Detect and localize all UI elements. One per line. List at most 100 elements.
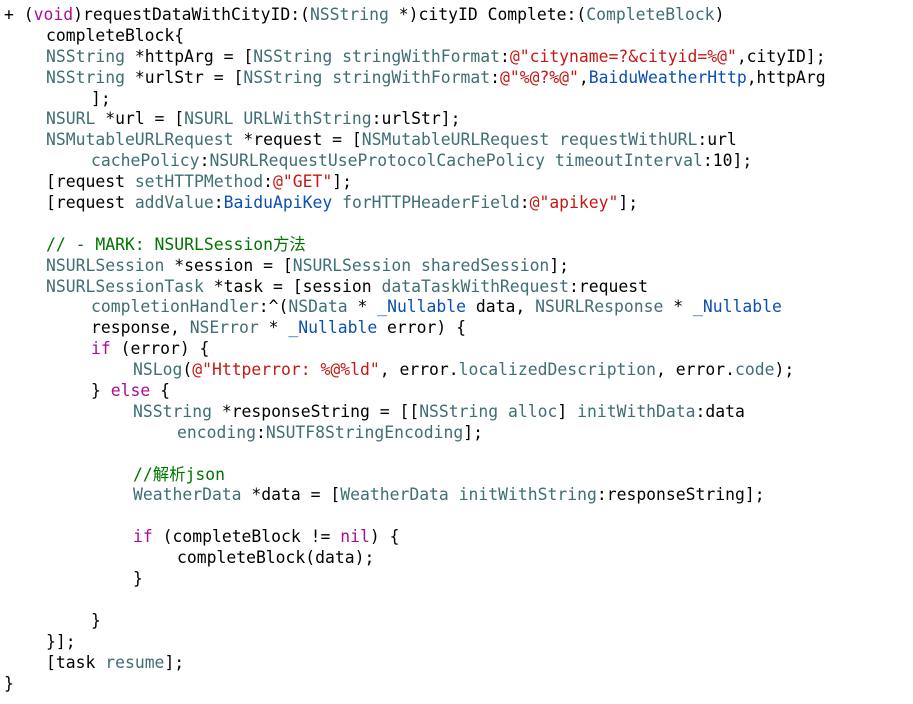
- code-token: @"%@?%@": [499, 67, 579, 87]
- code-token: :urlStr];: [371, 109, 461, 129]
- code-token: //解析json: [133, 464, 225, 484]
- code-token: code: [735, 360, 775, 380]
- code-line: completionHandler:^(NSData * _Nullable d…: [0, 297, 913, 318]
- code-line: ];: [0, 89, 913, 110]
- code-line: NSString *urlStr = [NSString stringWithF…: [0, 68, 913, 89]
- code-token: initWithString: [458, 485, 597, 505]
- code-token: ) {: [369, 527, 400, 547]
- code-token: NSString: [46, 67, 125, 87]
- code-line: NSLog(@"Httperror: %@%ld" , error.localiz…: [0, 360, 913, 381]
- code-token: @"GET": [272, 172, 333, 192]
- code-token: ];: [618, 193, 639, 213]
- code-line: NSMutableURLRequest *request = [NSMutabl…: [0, 130, 913, 151]
- code-token: if: [133, 527, 153, 547]
- code-token: addValue: [134, 193, 214, 213]
- code-token: void: [33, 5, 74, 24]
- code-token: NSString: [46, 46, 125, 66]
- code-editor[interactable]: + (void)requestDataWithCityID:(NSString …: [0, 0, 913, 704]
- code-token: NSString: [419, 401, 499, 421]
- code-token: nil: [340, 527, 370, 547]
- code-token: }];: [46, 631, 76, 651]
- code-token: ];: [332, 172, 352, 192]
- code-token: ,httpArg: [746, 67, 826, 87]
- code-token: *)cityID Complete:(: [388, 5, 587, 24]
- code-line: // - MARK: NSURLSession方法: [0, 235, 913, 256]
- code-token: requestWithURL: [559, 130, 698, 150]
- code-token: (completeBlock !=: [152, 527, 341, 547]
- code-token: *: [347, 297, 378, 317]
- code-token: cachePolicy: [91, 151, 200, 171]
- code-line: completeBlock{: [0, 26, 913, 47]
- code-token: NSLog: [133, 360, 183, 380]
- code-token: ,cityID];: [736, 46, 826, 66]
- code-token: WeatherData: [133, 485, 242, 505]
- code-line: cachePolicy:NSURLRequestUseProtocolCache…: [0, 151, 913, 172]
- code-token: {: [150, 381, 170, 401]
- code-token: :: [255, 422, 266, 442]
- code-token: :: [213, 193, 224, 213]
- code-token: NSURLSessionTask: [46, 276, 204, 296]
- code-token: , error.: [656, 360, 735, 380]
- code-token: :10];: [702, 151, 753, 171]
- code-token: *url = [: [95, 109, 185, 129]
- code-token: NSURL: [184, 109, 234, 129]
- code-token: NSURL: [46, 109, 96, 129]
- code-token: @"apikey": [529, 193, 619, 213]
- code-token: :request: [569, 276, 648, 296]
- code-token: @"cityname=?&cityid=%@": [509, 46, 737, 66]
- code-token: *: [258, 318, 289, 338]
- code-token: (: [182, 360, 193, 380]
- code-line: [request addValue:BaiduApiKey forHTTPHea…: [0, 193, 913, 214]
- code-token: completeBlock{: [46, 25, 185, 45]
- code-token: NSData: [288, 297, 348, 317]
- code-token: :: [519, 193, 530, 213]
- code-token: // - MARK: NSURLSession方法: [46, 234, 306, 254]
- code-token: }: [133, 569, 143, 589]
- code-token: completeBlock(data);: [177, 548, 375, 568]
- code-line: }: [0, 674, 913, 695]
- code-line: } else {: [0, 381, 913, 402]
- code-token: NSString: [253, 46, 333, 66]
- code-token: BaiduWeatherHttp: [588, 67, 747, 87]
- code-token: NSString: [309, 5, 389, 24]
- code-token: stringWithFormat: [332, 67, 491, 87]
- code-token: NSMutableURLRequest: [361, 130, 550, 150]
- code-line: [task resume];: [0, 653, 913, 674]
- code-token: *session = [: [164, 255, 293, 275]
- code-token: (error) {: [110, 339, 210, 359]
- code-line: if (completeBlock != nil) {: [0, 527, 913, 548]
- code-line: NSURLSessionTask *task = [session dataTa…: [0, 277, 913, 298]
- code-token: setHTTPMethod: [134, 172, 264, 192]
- code-token: *urlStr = [: [124, 67, 244, 87]
- code-token: timeoutInterval: [554, 151, 703, 171]
- code-token: else: [110, 381, 151, 401]
- code-line: NSString *httpArg = [NSString stringWith…: [0, 47, 913, 68]
- code-token: @"Httperror: %@%ld": [192, 360, 380, 380]
- code-token: :: [263, 172, 273, 192]
- code-line: WeatherData *data = [WeatherData initWit…: [0, 485, 913, 506]
- code-line: [request setHTTPMethod:@"GET"];: [0, 172, 913, 193]
- code-token: NSURLRequestUseProtocolCachePolicy: [209, 151, 545, 171]
- code-token: [request: [46, 193, 135, 213]
- code-line: }: [0, 569, 913, 590]
- code-token: ];: [164, 652, 185, 672]
- code-token: }: [91, 381, 111, 401]
- code-line: }];: [0, 632, 913, 653]
- code-token: ,: [578, 67, 589, 87]
- code-token: forHTTPHeaderField: [342, 193, 520, 213]
- code-token: completionHandler: [91, 297, 259, 317]
- code-token: ];: [463, 422, 483, 442]
- code-token: *responseString = [[: [211, 401, 420, 421]
- code-token: localizedDescription: [458, 360, 657, 380]
